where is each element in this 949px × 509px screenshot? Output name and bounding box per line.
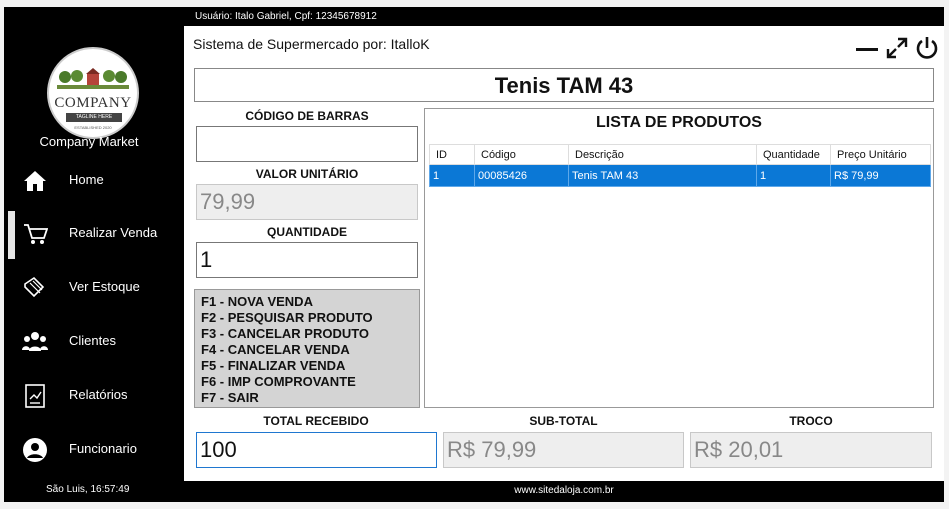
nav-label-ver-estoque: Ver Estoque [69, 279, 140, 294]
barcode-input[interactable] [196, 126, 418, 162]
shortcut-item: F4 - CANCELAR VENDA [201, 342, 350, 357]
subtotal-field[interactable]: R$ 79,99 [443, 432, 684, 468]
cell-descricao: Tenis TAM 43 [568, 164, 757, 187]
maximize-icon[interactable] [884, 35, 910, 61]
nav-item-realizar-venda[interactable]: Realizar Venda [4, 211, 184, 259]
table-row[interactable]: 1 00085426 Tenis TAM 43 1 R$ 79,99 [429, 164, 931, 187]
change-label: TROCO [789, 414, 833, 428]
current-product-name: Tenis TAM 43 [194, 68, 934, 102]
total-received-label: TOTAL RECEBIDO [263, 414, 369, 428]
nav-label-funcionario: Funcionario [69, 441, 137, 456]
nav-label-realizar-venda: Realizar Venda [69, 225, 158, 240]
cell-id: 1 [429, 164, 475, 187]
app-window: COMPANY TAGLINE HERE ESTABLISHED 2020 Co… [4, 7, 944, 502]
grid-header-row: ID Código Descrição Quantidade Preço Uni… [429, 144, 931, 165]
nav-label-relatorios: Relatórios [69, 387, 128, 402]
nav-item-relatorios[interactable]: Relatórios [4, 373, 184, 417]
shortcut-item: F2 - PESQUISAR PRODUTO [201, 310, 373, 325]
quantity-input[interactable]: 1 [196, 242, 418, 278]
barcode-label: CÓDIGO DE BARRAS [245, 109, 369, 123]
total-received-input[interactable]: 100 [196, 432, 437, 468]
logo-established: ESTABLISHED 2020 [74, 125, 112, 130]
nav-item-home[interactable]: Home [4, 158, 184, 202]
logo-tagline: TAGLINE HERE [66, 113, 122, 122]
cell-quantidade: 1 [756, 164, 831, 187]
sidebar: COMPANY TAGLINE HERE ESTABLISHED 2020 Co… [4, 7, 184, 502]
minimize-icon[interactable] [854, 35, 880, 61]
column-header-quantidade[interactable]: Quantidade [756, 144, 831, 165]
nav-item-ver-estoque[interactable]: Ver Estoque [4, 265, 184, 309]
cell-preco: R$ 79,99 [830, 164, 931, 187]
unit-price-field[interactable]: 79,99 [196, 184, 418, 220]
column-header-descricao[interactable]: Descrição [568, 144, 757, 165]
nav-label-clientes: Clientes [69, 333, 116, 348]
app-title: Sistema de Supermercado por: ItalloK [193, 36, 430, 52]
shortcut-list: F1 - NOVA VENDA F2 - PESQUISAR PRODUTO F… [194, 289, 420, 408]
subtotal-label: SUB-TOTAL [529, 414, 598, 428]
user-info: Usuário: Italo Gabriel, Cpf: 12345678912 [195, 11, 377, 22]
product-grid[interactable]: ID Código Descrição Quantidade Preço Uni… [429, 144, 931, 187]
report-icon [25, 384, 45, 408]
logo-text: COMPANY [54, 95, 132, 111]
nav-item-clientes[interactable]: Clientes [4, 319, 184, 363]
clock-status: São Luis, 16:57:49 [46, 484, 130, 495]
home-icon [24, 171, 46, 191]
quantity-label: QUANTIDADE [267, 225, 347, 239]
website-footer: www.sitedaloja.com.br [514, 485, 614, 496]
power-icon[interactable] [914, 35, 940, 61]
nav-label-home: Home [69, 172, 104, 187]
product-list-panel: LISTA DE PRODUTOS ID Código Descrição Qu… [424, 108, 934, 408]
cell-codigo: 00085426 [474, 164, 569, 187]
brand-name: Company Market [39, 134, 139, 149]
company-logo: COMPANY TAGLINE HERE ESTABLISHED 2020 [47, 47, 139, 139]
product-list-title: LISTA DE PRODUTOS [596, 114, 762, 131]
column-header-codigo[interactable]: Código [474, 144, 569, 165]
nav-item-funcionario[interactable]: Funcionario [4, 427, 184, 471]
user-icon [23, 438, 47, 462]
stock-icon [24, 276, 45, 298]
unit-price-label: VALOR UNITÁRIO [255, 167, 359, 181]
active-indicator [8, 211, 15, 259]
users-icon [22, 332, 48, 351]
sales-panel: Sistema de Supermercado por: ItalloK Ten… [184, 26, 944, 481]
shortcut-item: F3 - CANCELAR PRODUTO [201, 326, 370, 341]
change-field[interactable]: R$ 20,01 [690, 432, 932, 468]
column-header-id[interactable]: ID [429, 144, 475, 165]
shortcut-item: F7 - SAIR [201, 390, 259, 405]
shortcut-item: F1 - NOVA VENDA [201, 294, 313, 309]
column-header-preco[interactable]: Preço Unitário [830, 144, 931, 165]
shortcut-item: F6 - IMP COMPROVANTE [201, 374, 356, 389]
shortcut-item: F5 - FINALIZAR VENDA [201, 358, 346, 373]
cart-icon [24, 224, 48, 244]
